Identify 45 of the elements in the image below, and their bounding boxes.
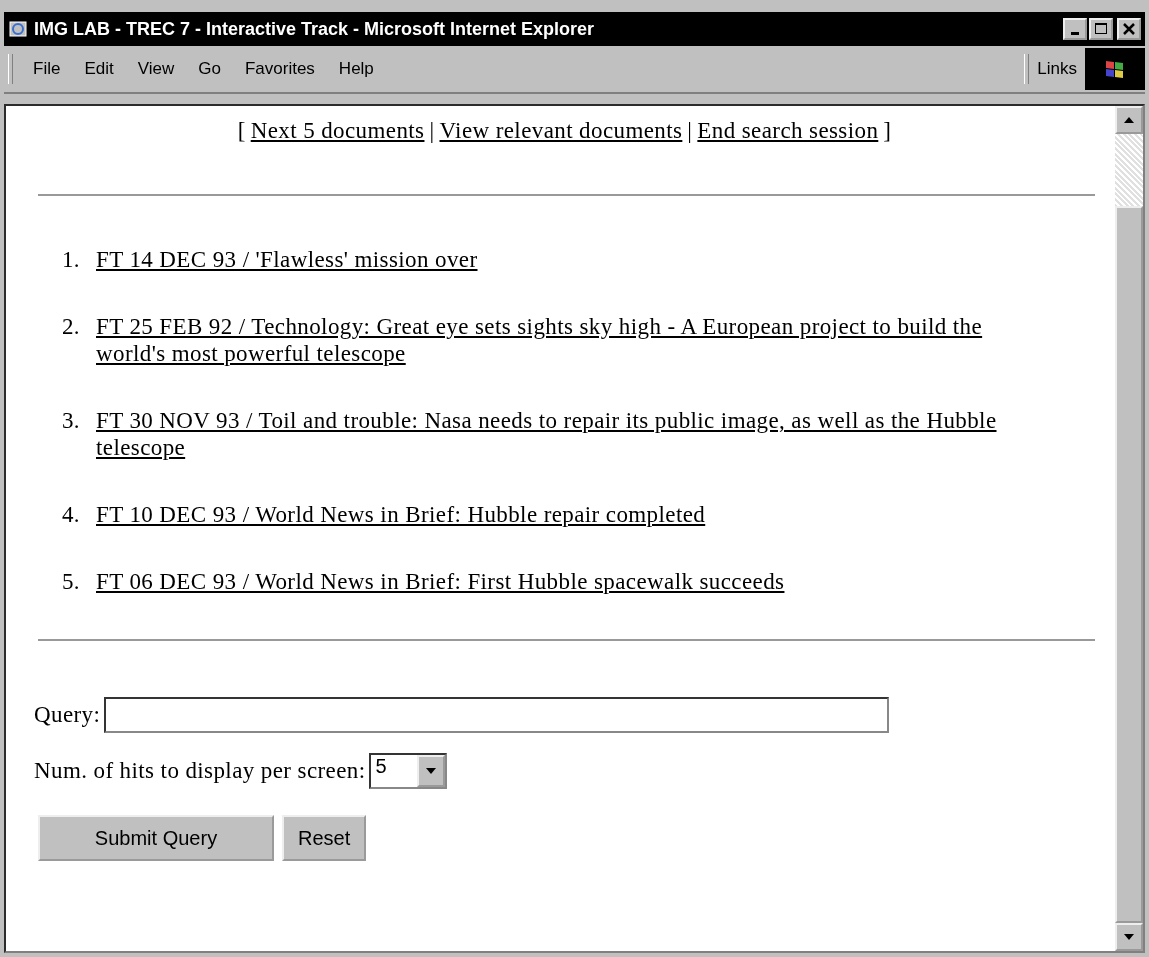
query-field[interactable] bbox=[104, 697, 890, 733]
result-link[interactable]: FT 25 FEB 92 / Technology: Great eye sets sights sky high - A European project to build the world's most powerful telescope bbox=[96, 313, 1041, 367]
bracket-text: ] bbox=[883, 118, 892, 144]
scroll-down-button[interactable] bbox=[1115, 923, 1143, 951]
separator-text: | bbox=[687, 118, 693, 144]
menu-item[interactable]: Favorites bbox=[232, 59, 327, 79]
close-icon bbox=[1122, 22, 1136, 36]
list-number: 3. bbox=[60, 407, 80, 435]
scroll-down-icon bbox=[1123, 933, 1135, 941]
menu-item[interactable]: File bbox=[21, 59, 73, 79]
query-label: Query: bbox=[34, 702, 101, 728]
scrollbar-thumb[interactable] bbox=[1115, 206, 1143, 923]
form-button[interactable]: Reset bbox=[282, 815, 367, 861]
result-link[interactable]: FT 30 NOV 93 / Toil and trouble: Nasa needs to repair its public image, as well as the Hubble telescope bbox=[96, 407, 1041, 461]
list-number: 5. bbox=[60, 568, 80, 595]
menu-item[interactable]: Edit bbox=[72, 59, 126, 79]
minimize-button[interactable] bbox=[1063, 18, 1087, 40]
scroll-up-icon bbox=[1123, 116, 1135, 124]
result-link[interactable]: FT 10 DEC 93 / World News in Brief: Hubble repair completed bbox=[96, 501, 706, 528]
nav-link[interactable]: End search session bbox=[697, 118, 879, 144]
list-number: 4. bbox=[60, 501, 80, 528]
menu-item[interactable]: Go bbox=[186, 59, 233, 79]
minimize-icon bbox=[1071, 31, 1079, 35]
form-button[interactable]: Submit Query bbox=[38, 815, 274, 861]
window-title: IMG LAB - TREC 7 - Interactive Track - Microsoft Internet Explorer bbox=[34, 18, 595, 40]
windows-logo-icon bbox=[1085, 48, 1145, 90]
result-link[interactable]: FT 06 DEC 93 / World News in Brief: First Hubble spacewalk succeeds bbox=[96, 568, 785, 595]
browser-logo-icon bbox=[8, 19, 28, 39]
bracket-text: [ bbox=[237, 118, 246, 144]
nav-link[interactable]: View relevant documents bbox=[439, 118, 683, 144]
menu-item[interactable]: Help bbox=[326, 59, 386, 79]
maximize-icon bbox=[1094, 22, 1108, 36]
menu-item[interactable]: View bbox=[125, 59, 187, 79]
result-link[interactable]: FT 14 DEC 93 / 'Flawless' mission over bbox=[96, 246, 478, 273]
nav-link[interactable]: Next 5 documents bbox=[250, 118, 425, 144]
separator-text: | bbox=[429, 118, 435, 144]
scroll-up-button[interactable] bbox=[1115, 106, 1143, 134]
hits-label: Num. of hits to display per screen: bbox=[34, 758, 366, 784]
close-button[interactable] bbox=[1117, 18, 1141, 40]
list-number: 2. bbox=[60, 313, 80, 341]
hits-dropdown[interactable]: 5 bbox=[369, 753, 448, 789]
maximize-button[interactable] bbox=[1089, 18, 1113, 40]
dropdown-arrow-icon bbox=[425, 767, 438, 775]
list-number: 1. bbox=[60, 246, 80, 273]
links-menu[interactable]: Links bbox=[1037, 59, 1085, 79]
